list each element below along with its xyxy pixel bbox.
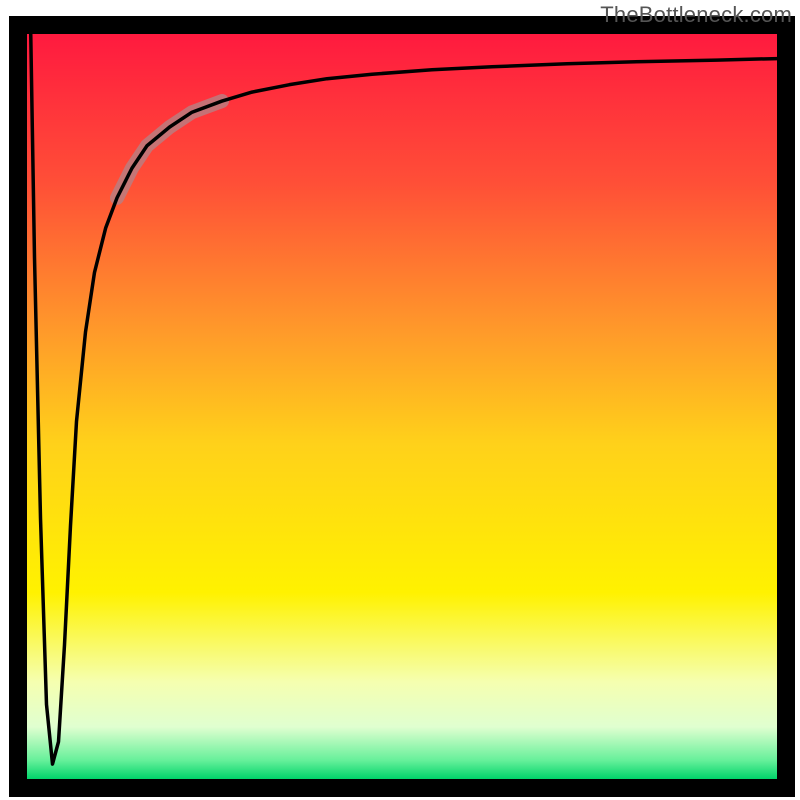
chart-container: TheBottleneck.com	[0, 0, 800, 800]
bottleneck-curve-chart	[0, 0, 800, 800]
watermark-text: TheBottleneck.com	[600, 2, 792, 28]
